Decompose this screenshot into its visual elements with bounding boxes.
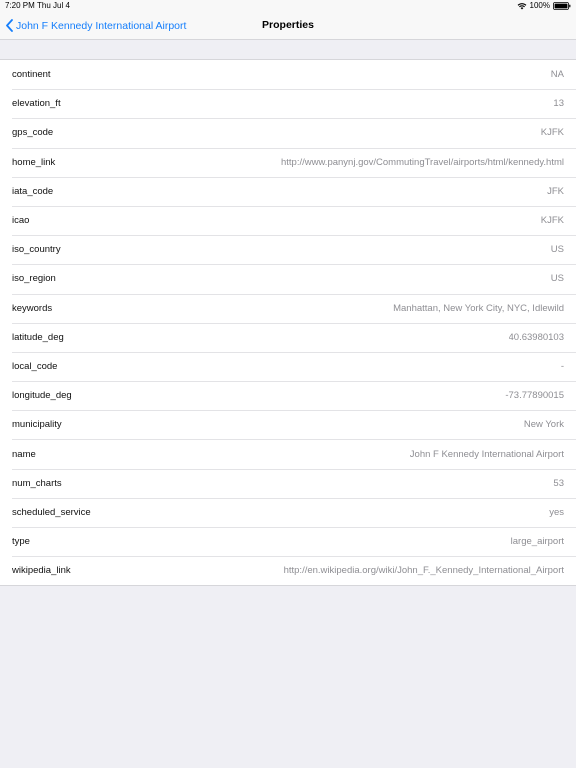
property-value: 53 — [553, 477, 564, 489]
property-key: scheduled_service — [12, 506, 91, 518]
table-row[interactable]: home_link http://www.panynj.gov/Commuting… — [0, 147, 576, 177]
property-value: - — [560, 360, 564, 372]
property-key: continent — [12, 69, 51, 81]
property-key: home_link — [12, 156, 56, 168]
property-value: New York — [523, 419, 564, 431]
property-key: latitude_deg — [12, 331, 64, 343]
table-row[interactable]: wikipedia_link http://en.wikipedia.org/wi… — [0, 556, 576, 585]
table-row[interactable]: iso_country US — [0, 235, 576, 264]
page-title: Properties — [262, 19, 314, 31]
property-value: http://en.wikipedia.org/wiki/John_F._Ken… — [283, 565, 564, 577]
property-value: -73.77890015 — [505, 390, 564, 402]
table-row[interactable]: icao KJFK — [0, 205, 576, 235]
top-bar: 7:20 PM Thu Jul 4 100% John F Kennedy In… — [0, 0, 576, 40]
property-value: US — [550, 273, 564, 285]
property-key: iso_country — [12, 244, 61, 256]
property-key: wikipedia_link — [12, 565, 71, 577]
property-key: longitude_deg — [12, 390, 72, 402]
property-key: name — [12, 448, 36, 460]
table-row[interactable]: name John F Kennedy International Airport — [0, 439, 576, 468]
property-key: type — [12, 536, 30, 548]
table-row[interactable]: longitude_deg -73.77890015 — [0, 381, 576, 410]
battery-percentage: 100% — [529, 1, 550, 10]
property-key: elevation_ft — [12, 98, 61, 110]
status-bar: 7:20 PM Thu Jul 4 100% — [0, 0, 576, 12]
table-row[interactable]: elevation_ft 13 — [0, 89, 576, 118]
property-value: KJFK — [540, 127, 564, 139]
properties-table: continent NA elevation_ft 13 gps_code KJFK hom… — [0, 59, 576, 587]
property-value: John F Kennedy International Airport — [409, 448, 564, 460]
property-value: large_airport — [510, 536, 564, 548]
status-date: Thu Jul 4 — [37, 1, 70, 10]
wifi-icon — [517, 2, 527, 10]
property-key: municipality — [12, 419, 62, 431]
table-row[interactable]: scheduled_service yes — [0, 497, 576, 527]
property-value: NA — [550, 69, 564, 81]
status-time: 7:20 PM — [5, 1, 35, 10]
table-row[interactable]: keywords Manhattan, New York City, NYC, I… — [0, 293, 576, 323]
property-value: yes — [549, 506, 564, 518]
table-row[interactable]: type large_airport — [0, 527, 576, 556]
property-key: iso_region — [12, 273, 56, 285]
property-key: iata_code — [12, 185, 54, 197]
property-value: 40.63980103 — [508, 331, 564, 343]
table-row[interactable]: continent NA — [0, 60, 576, 89]
battery-icon — [553, 2, 571, 10]
property-key: keywords — [12, 302, 53, 314]
property-value: JFK — [547, 185, 564, 197]
property-value: 13 — [553, 98, 564, 110]
property-value: Manhattan, New York City, NYC, Idlewild — [393, 302, 564, 314]
property-key: num_charts — [12, 477, 62, 489]
screen: 7:20 PM Thu Jul 4 100% John F Kennedy In… — [0, 0, 576, 768]
property-key: gps_code — [12, 127, 54, 139]
property-key: icao — [12, 215, 30, 227]
table-row[interactable]: local_code - — [0, 351, 576, 381]
status-indicators: 100% — [517, 0, 571, 12]
property-value: KJFK — [540, 215, 564, 227]
property-key: local_code — [12, 360, 58, 372]
table-row[interactable]: latitude_deg 40.63980103 — [0, 322, 576, 352]
table-row[interactable]: iata_code JFK — [0, 176, 576, 206]
table-row[interactable]: num_charts 53 — [0, 468, 576, 498]
table-row[interactable]: iso_region US — [0, 264, 576, 293]
property-value: US — [550, 244, 564, 256]
property-value: http://www.panynj.gov/CommutingTravel/ai… — [280, 156, 564, 168]
navigation-bar: John F Kennedy International Airport Pro… — [0, 12, 576, 39]
table-row[interactable]: gps_code KJFK — [0, 118, 576, 147]
table-row[interactable]: municipality New York — [0, 410, 576, 439]
